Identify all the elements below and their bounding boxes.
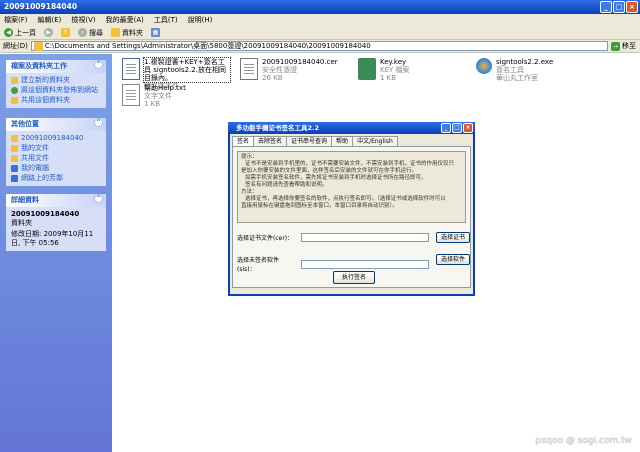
search-button[interactable]: ⌕ 搜尋 (78, 28, 103, 38)
watermark: pxqoo @ sogi.com.tw (535, 436, 632, 446)
folder-icon (33, 41, 43, 51)
menu-favorites[interactable]: 我的最愛(A) (106, 14, 144, 26)
menu-help[interactable]: 說明(H) (188, 14, 213, 26)
share-folder-icon (11, 96, 18, 104)
place-network[interactable]: 網路上的芳鄰 (6, 173, 106, 183)
task-publish-web[interactable]: 將這個資料夾發佈到網站 (6, 85, 106, 95)
go-button[interactable]: → 移至 (611, 41, 640, 51)
place-shared-documents[interactable]: 共用文件 (6, 153, 106, 163)
computer-icon (11, 164, 18, 172)
tab-help[interactable]: 帮助 (331, 136, 354, 146)
hint-box: 提示： 证书不是安装到手机里的，证书不需要安装文件，不需安装到手机，证书的作用仅… (237, 151, 466, 223)
dialog-maximize-button[interactable]: □ (452, 123, 462, 133)
dialog-controls: _ □ × (441, 123, 473, 133)
select-cert-button[interactable]: 选择证书 (436, 232, 470, 243)
up-button[interactable]: ↑ (61, 28, 70, 37)
sign-tool-dialog: 多功能手機证书签名工具2.2 _ □ × 签名 去除签名 证书串号查询 帮助 中… (228, 122, 475, 296)
folder-icon (111, 28, 120, 37)
app-exe-icon (476, 58, 492, 74)
file-item[interactable]: Key.key KEY 檔案 1 KB (358, 58, 466, 82)
dialog-close-button[interactable]: × (463, 123, 473, 133)
forward-arrow-icon: ▶ (44, 28, 53, 37)
window-title: 20091009184040 (4, 2, 78, 11)
sign-tab-panel: 提示： 证书不是安装到手机里的，证书不需要安装文件，不需安装到手机，证书的作用仅… (232, 146, 471, 288)
select-sis-button[interactable]: 选择软件 (436, 254, 470, 265)
details-type: 資料夾 (11, 219, 32, 227)
address-label: 網址(D) (3, 42, 28, 50)
close-button[interactable]: × (626, 1, 638, 13)
window-titlebar: 20091009184040 _ □ × (0, 0, 640, 14)
details-name: 20091009184040 (11, 210, 80, 218)
place-my-documents[interactable]: 我的文件 (6, 143, 106, 153)
views-icon: ▦ (151, 28, 160, 37)
task-new-folder[interactable]: 建立新的資料夾 (6, 75, 106, 85)
execute-sign-button[interactable]: 执行签名 (333, 271, 375, 284)
window-controls: _ □ × (600, 1, 638, 13)
network-icon (11, 174, 18, 182)
globe-icon (11, 86, 18, 94)
file-item[interactable]: signtools2.2.exe 簽名工具 華山丸工作室 (476, 58, 582, 82)
maximize-button[interactable]: □ (613, 1, 625, 13)
details-panel-header[interactable]: 詳細資料 ^ (6, 194, 106, 207)
tasks-panel-header[interactable]: 檔案及資料夾工作 ^ (6, 60, 106, 73)
tab-imei-query[interactable]: 证书串号查询 (286, 136, 333, 146)
new-folder-icon (11, 76, 18, 84)
folder-icon (11, 134, 18, 142)
tab-unsign[interactable]: 去除签名 (253, 136, 288, 146)
back-arrow-icon: ◀ (4, 28, 13, 37)
task-pane: 檔案及資料夾工作 ^ 建立新的資料夾 將這個資料夾發佈到網站 共用這個資料夾 其他… (0, 54, 112, 452)
place-my-computer[interactable]: 我的電腦 (6, 163, 106, 173)
menu-file[interactable]: 檔案(F) (4, 14, 28, 26)
shared-folder-icon (11, 154, 18, 162)
minimize-button[interactable]: _ (600, 1, 612, 13)
documents-icon (11, 144, 18, 152)
folder-up-icon: ↑ (61, 28, 70, 37)
text-file-icon (122, 58, 140, 80)
views-button[interactable]: ▦ (151, 28, 160, 37)
details-body: 20091009184040 資料夾 修改日期: 2009年10月11日, 下午… (6, 207, 106, 251)
places-panel: 其他位置 ^ 20091009184040 我的文件 共用文件 我的電腦 網路上的… (6, 118, 106, 186)
address-value: C:\Documents and Settings\Administrator\… (44, 41, 371, 50)
menu-view[interactable]: 檢視(V) (71, 14, 95, 26)
search-icon: ⌕ (78, 28, 87, 37)
menu-bar: 檔案(F) 編輯(E) 檢視(V) 我的最愛(A) 工具(T) 說明(H) (0, 14, 640, 26)
dialog-tabs: 签名 去除签名 证书串号查询 帮助 中文/English (232, 136, 471, 147)
cert-row: 选择证书文件(cer)： (237, 233, 429, 242)
menu-tools[interactable]: 工具(T) (154, 14, 178, 26)
address-bar: 網址(D) C:\Documents and Settings\Administ… (0, 40, 640, 53)
details-modified: 修改日期: 2009年10月11日, 下午 05:56 (11, 230, 94, 247)
toolbar: ◀ 上一頁 ▶ ↑ ⌕ 搜尋 資料夾 ▦ (0, 26, 640, 40)
task-share-folder[interactable]: 共用這個資料夾 (6, 95, 106, 105)
cert-path-input[interactable] (301, 233, 429, 242)
tab-language[interactable]: 中文/English (352, 136, 398, 146)
address-input[interactable]: C:\Documents and Settings\Administrator\… (30, 41, 608, 51)
file-item[interactable]: 20091009184040.cer 安全性憑證 26 KB (240, 58, 348, 82)
go-arrow-icon: → (611, 41, 620, 51)
dialog-titlebar: 多功能手機证书签名工具2.2 _ □ × (228, 122, 475, 134)
menu-edit[interactable]: 編輯(E) (38, 14, 62, 26)
dialog-minimize-button[interactable]: _ (441, 123, 451, 133)
folders-button[interactable]: 資料夾 (111, 28, 143, 38)
file-item[interactable]: 幫助Help.txt 文字文件 1 KB (122, 84, 230, 108)
tasks-panel: 檔案及資料夾工作 ^ 建立新的資料夾 將這個資料夾發佈到網站 共用這個資料夾 (6, 60, 106, 108)
collapse-icon[interactable]: ^ (94, 118, 103, 127)
collapse-icon[interactable]: ^ (94, 60, 103, 69)
places-panel-header[interactable]: 其他位置 ^ (6, 118, 106, 131)
place-parent-folder[interactable]: 20091009184040 (6, 133, 106, 143)
cert-label: 选择证书文件(cer)： (237, 235, 294, 242)
key-file-icon (358, 58, 376, 80)
certificate-icon (240, 58, 258, 80)
dialog-title: 多功能手機证书签名工具2.2 (236, 124, 320, 132)
sis-path-input[interactable] (301, 259, 429, 269)
text-file-icon (122, 84, 140, 106)
details-panel: 詳細資料 ^ 20091009184040 資料夾 修改日期: 2009年10月1… (6, 194, 106, 251)
back-button[interactable]: ◀ 上一頁 (4, 28, 36, 38)
forward-button[interactable]: ▶ (44, 28, 53, 37)
collapse-icon[interactable]: ^ (94, 194, 103, 203)
sis-label: 选择未签名软件(sis)： (237, 257, 280, 273)
